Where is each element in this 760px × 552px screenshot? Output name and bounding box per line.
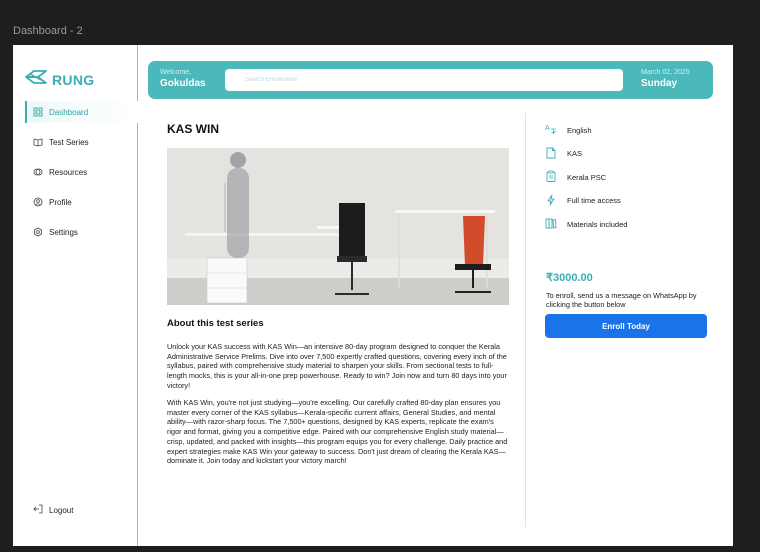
gear-icon xyxy=(33,227,43,237)
feature-label: Kerala PSC xyxy=(567,172,607,182)
current-day: Sunday xyxy=(641,78,678,89)
books-icon xyxy=(545,217,557,231)
document-icon xyxy=(545,147,557,161)
language-icon: A xyxy=(545,123,557,137)
course-description-paragraph: Unlock your KAS success with KAS Win—an … xyxy=(167,342,507,390)
search-input[interactable] xyxy=(225,69,623,91)
enroll-button[interactable]: Enroll Today xyxy=(545,314,707,338)
layers-icon xyxy=(33,167,43,177)
column-divider xyxy=(525,113,526,527)
brand-logo[interactable]: RUNG xyxy=(24,68,94,91)
feature-item-exam: KAS xyxy=(545,147,627,161)
welcome-label: Welcome, xyxy=(160,69,191,76)
sidebar-nav: Dashboard Test Series Resources Profile xyxy=(25,101,138,251)
feature-label: Full time access xyxy=(567,196,621,205)
feature-label: Materials included xyxy=(567,219,628,229)
logout-icon xyxy=(33,504,43,516)
sidebar-item-test-series[interactable]: Test Series xyxy=(25,131,138,153)
feature-item-board: Kerala PSC xyxy=(545,170,627,184)
top-header: Welcome, Gokuldas March 02, 2025 Sunday xyxy=(148,61,713,99)
sidebar-item-label: Profile xyxy=(49,197,72,207)
date-block: March 02, 2025 Sunday xyxy=(641,69,690,89)
course-description-paragraph: With KAS Win, you're not just studying—y… xyxy=(167,398,508,466)
logout-label: Logout xyxy=(49,505,74,515)
sidebar-item-label: Settings xyxy=(49,227,78,237)
course-features: A English KAS Kerala PSC Full time acces… xyxy=(545,123,627,241)
course-price: ₹3000.00 xyxy=(546,272,593,284)
sidebar-item-label: Dashboard xyxy=(49,107,89,117)
feature-label: English xyxy=(567,125,592,135)
enroll-note: To enroll, send us a message on WhatsApp… xyxy=(546,291,697,310)
sidebar-item-profile[interactable]: Profile xyxy=(25,191,138,213)
book-icon xyxy=(33,137,43,147)
course-title: KAS WIN xyxy=(167,122,219,136)
frame-label: Dashboard - 2 xyxy=(13,25,83,37)
svg-text:A: A xyxy=(545,125,550,132)
grid-icon xyxy=(33,107,43,117)
sidebar-item-dashboard[interactable]: Dashboard xyxy=(25,101,138,123)
lightning-icon xyxy=(545,194,557,208)
clipboard-icon xyxy=(545,170,557,184)
course-hero-image xyxy=(167,148,509,305)
sidebar: RUNG Dashboard Test Series Resources Pro… xyxy=(13,45,138,546)
logout-button[interactable]: Logout xyxy=(33,504,73,516)
feature-item-materials: Materials included xyxy=(545,217,627,231)
sidebar-item-label: Resources xyxy=(49,167,88,177)
app-frame: RUNG Dashboard Test Series Resources Pro… xyxy=(13,45,733,546)
current-date: March 02, 2025 xyxy=(641,69,690,76)
sidebar-item-label: Test Series xyxy=(49,137,89,147)
logo-icon xyxy=(24,68,48,91)
feature-label: KAS xyxy=(567,149,583,158)
brand-name: RUNG xyxy=(52,71,95,88)
sidebar-item-settings[interactable]: Settings xyxy=(25,221,138,243)
about-heading: About this test series xyxy=(167,318,264,329)
user-icon xyxy=(33,197,43,207)
feature-item-language: A English xyxy=(545,123,627,137)
user-name: Gokuldas xyxy=(160,78,206,89)
feature-item-access: Full time access xyxy=(545,194,627,208)
welcome-block: Welcome, Gokuldas xyxy=(160,69,206,89)
sidebar-item-resources[interactable]: Resources xyxy=(25,161,138,183)
